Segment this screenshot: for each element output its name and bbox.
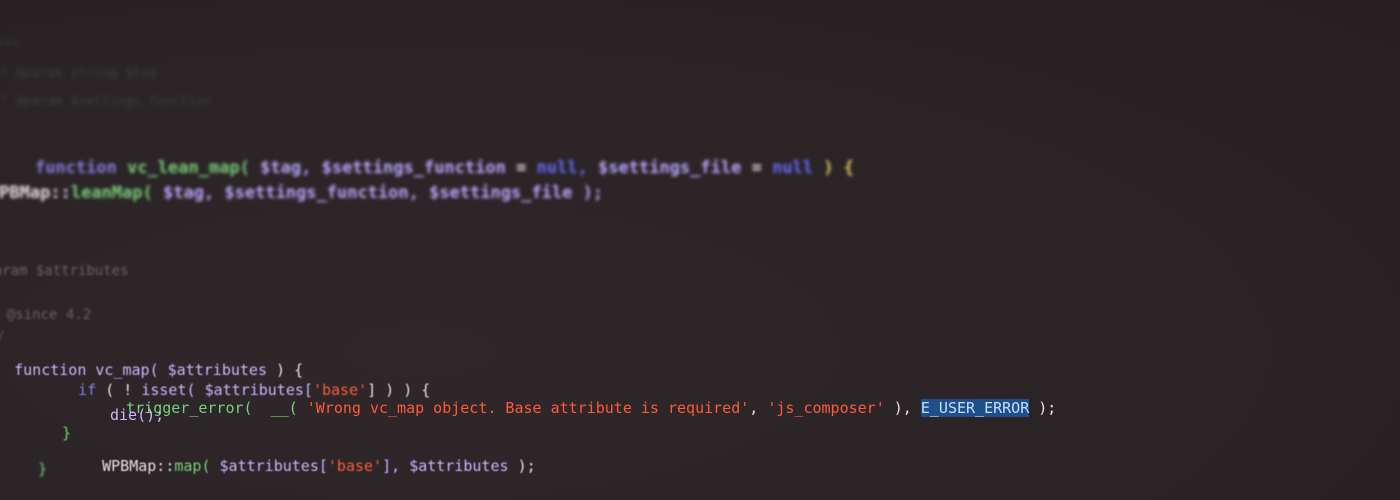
string-literal: 'base'	[327, 457, 383, 475]
variable: $attributes	[409, 457, 509, 475]
code-line-map-call: WPBMap::map( $attributes['base'], $attri…	[66, 444, 536, 489]
operator: );	[1038, 399, 1057, 417]
operator: ,	[749, 399, 759, 417]
doc-comment-line: * @param $attributes	[0, 263, 129, 279]
method-name: map(	[174, 457, 211, 475]
selected-constant: E_USER_ERROR	[920, 399, 1030, 417]
operator: =	[751, 158, 762, 178]
function-name: __(	[270, 399, 298, 417]
class-name: WPBMap::	[0, 183, 71, 203]
code-line-close-fn: }	[38, 460, 48, 478]
arguments: $tag, $settings_function, $settings_file…	[162, 183, 604, 203]
argument: $settings_file	[598, 158, 742, 178]
operator: );	[517, 457, 536, 475]
class-name: WPBMap::	[102, 457, 175, 475]
code-line-lean-map-call: WPBMap::leanMap( $tag, $settings_functio…	[0, 168, 603, 219]
code-line-die: die();	[110, 406, 165, 424]
doc-comment-line: * @param string $tag	[0, 66, 157, 81]
method-name: leanMap(	[70, 183, 153, 203]
null-literal: null	[772, 158, 814, 178]
operator: ),	[893, 399, 912, 417]
doc-comment-line: /**	[0, 39, 20, 54]
doc-comment-line: */	[0, 330, 4, 342]
code-line-trigger-error: trigger_error( __( 'Wrong vc_map object.…	[90, 386, 1056, 431]
string-literal: 'Wrong vc_map object. Base attribute is …	[306, 399, 750, 417]
string-literal: 'js_composer'	[767, 399, 885, 417]
brace: ) {	[823, 158, 854, 178]
variable: $attributes[	[219, 457, 328, 475]
code-screen-photo: /** * @param string $tag * @param $setti…	[0, 0, 1400, 500]
doc-comment-line: * @param $settings_function	[0, 94, 212, 109]
code-line-close-if: }	[62, 424, 72, 442]
variable: ],	[382, 457, 401, 475]
doc-comment-line: * @since 4.2	[0, 307, 92, 323]
